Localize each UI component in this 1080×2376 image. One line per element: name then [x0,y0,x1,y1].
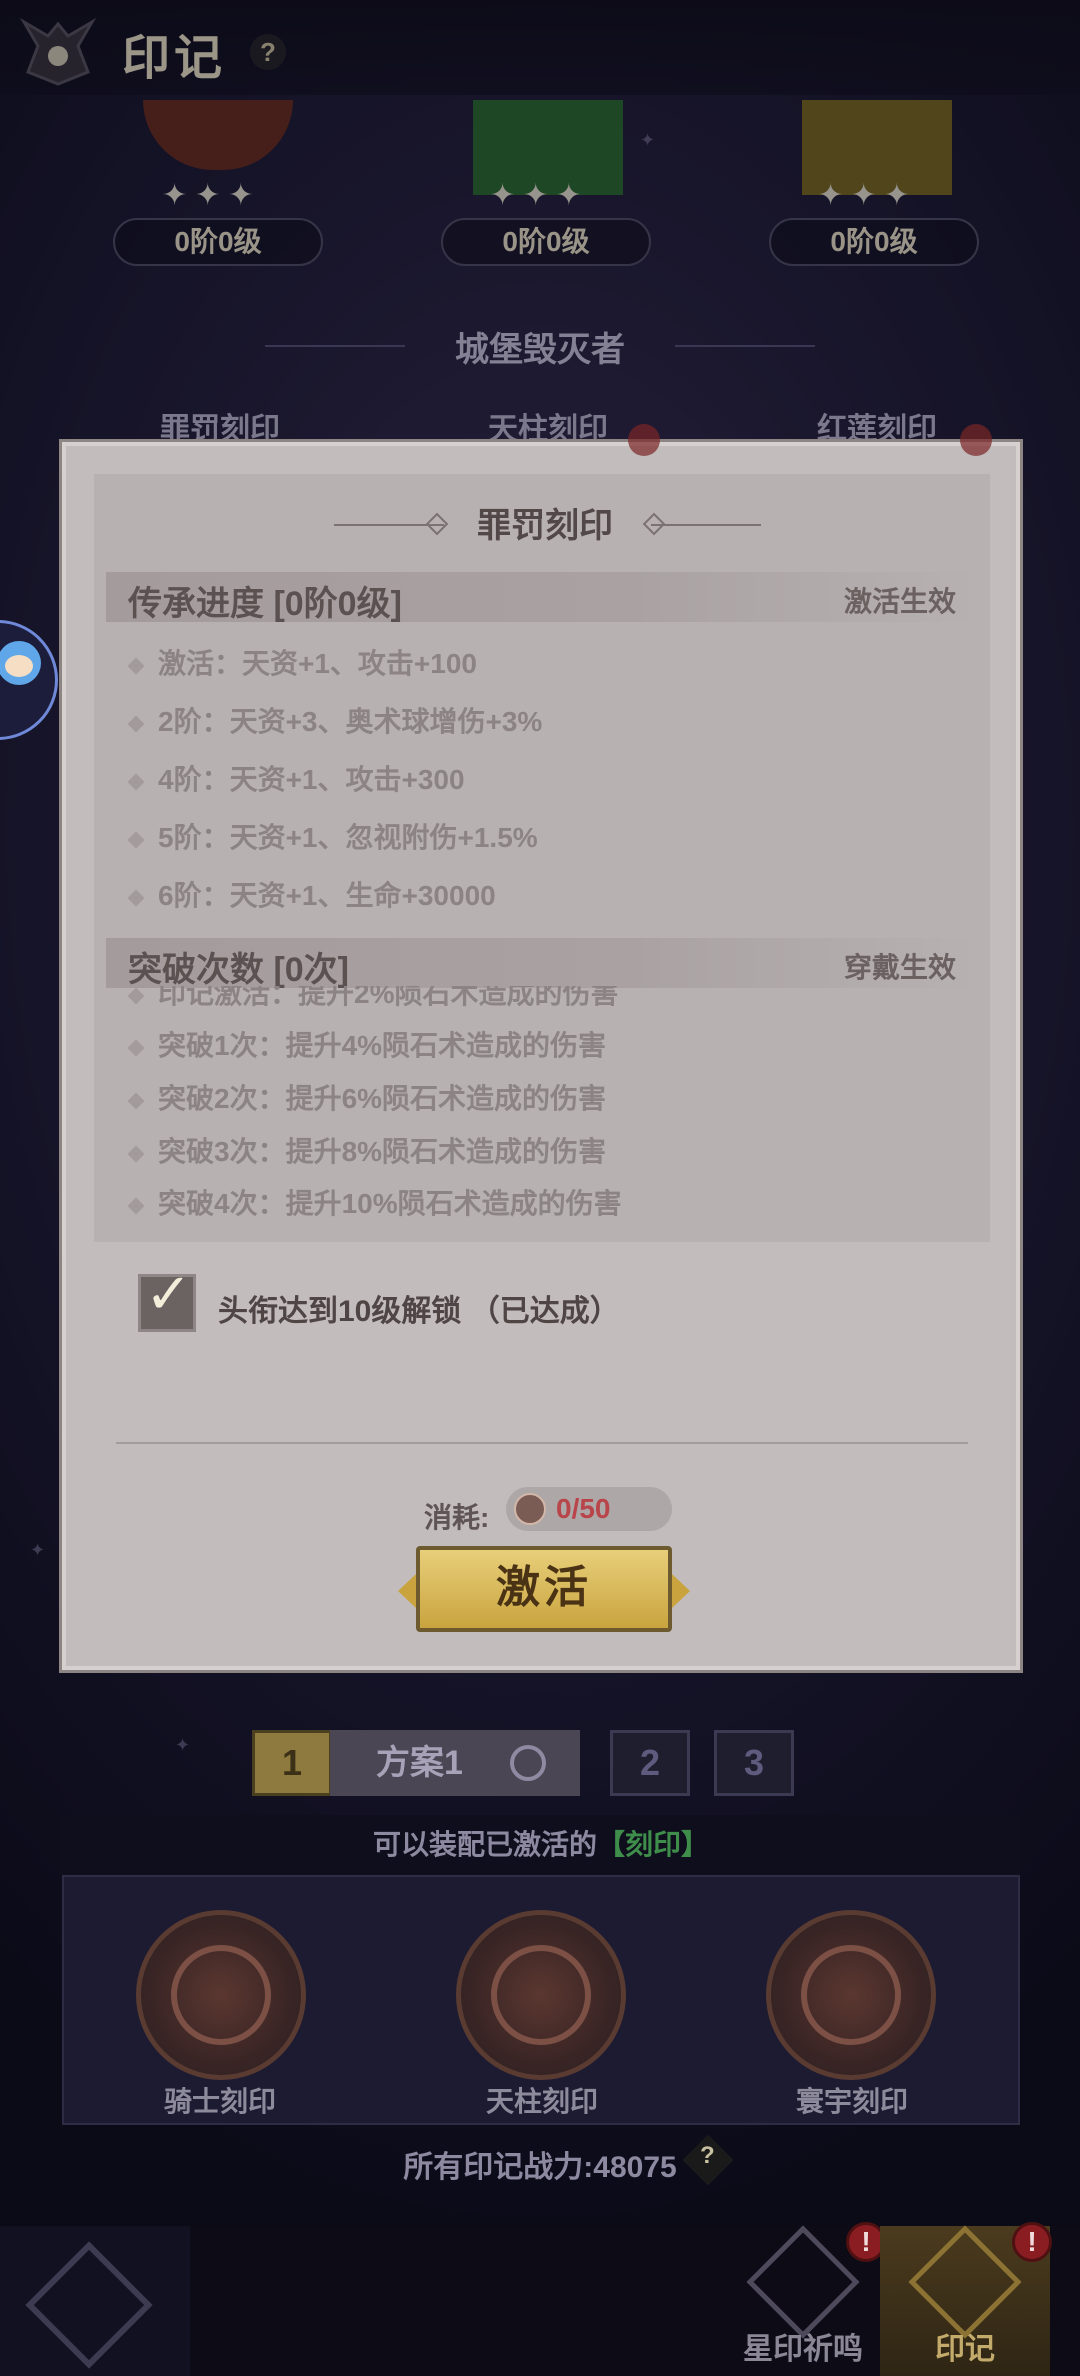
modal-divider [116,1442,968,1444]
equip-slot-pillar[interactable] [456,1910,626,2080]
breakthrough-row: 突破2次：提升6%陨石术造成的伤害 [127,1077,606,1123]
sword-shield-icon [171,1945,271,2045]
breakthrough-row: 突破3次：提升8%陨石术造成的伤害 [127,1130,606,1176]
cosmos-icon [801,1945,901,2045]
breakthrough-header: 突破次数 [0次] 穿戴生效 [106,938,978,989]
breakthrough-row: 突破1次：提升4%陨石术造成的伤害 [127,1024,606,1070]
equip-name: 天柱刻印 [485,2086,598,2117]
inherit-row: 2阶：天资+3、奥术球增伤+3% [127,700,542,746]
breakthrough-row: 突破4次：提升10%陨石术造成的伤害 [127,1182,622,1228]
inherit-progress-title: 传承进度 [0阶0级] [128,585,402,623]
seal-icon [908,2225,1022,2339]
total-power: 所有印记战力:48075 [403,2151,677,2184]
nav-label: 星印祈鸣 [743,2333,863,2366]
nav-label: 印记 [935,2333,995,2366]
equip-panel-header: 可以装配已激活的【刻印】 [62,1815,1020,1875]
inherit-progress-header: 传承进度 [0阶0级] 激活生效 [106,572,978,623]
equip-name: 骑士刻印 [163,2086,276,2117]
equip-slot-knight[interactable] [136,1910,306,2080]
alert-badge: ! [1012,2222,1052,2262]
question-icon: ? [700,2142,715,2169]
inherit-row: 5阶：天资+1、忽视附伤+1.5% [127,816,538,862]
inherit-effect-note: 激活生效 [843,586,956,617]
equip-slot-cosmos[interactable] [766,1910,936,2080]
inherit-row: 4阶：天资+1、攻击+300 [127,758,465,804]
modal-title: 罪罚刻印 [477,507,613,545]
diamond-bullet-icon [127,657,145,675]
equip-name: 寰宇刻印 [795,2086,908,2117]
gear-icon[interactable] [510,1745,546,1781]
inherit-row: 激活：天资+1、攻击+100 [127,642,477,688]
monkey-muzzle-icon [5,655,33,677]
alert-badge-dot [960,424,992,456]
diamond-bullet-icon [127,889,145,907]
diamond-bullet-icon [127,831,145,849]
pillar-icon [491,1945,591,2045]
seal-detail-modal: 罪罚刻印 传承进度 [0阶0级] 激活生效 激活：天资+1、攻击+100 2阶：… [62,442,1020,1670]
unlock-checkbox: ✓ [138,1262,196,1332]
equip-header-highlight: 【刻印】 [597,1829,710,1860]
cost-pill: 0/50 [506,1487,672,1531]
diamond-bullet-icon [127,1039,145,1057]
breakthrough-row: 印记激活：提升2%陨石术造成的伤害 [127,986,618,1018]
alert-badge-dot [628,424,660,456]
cost-label: 消耗: [424,1502,490,1533]
cost-value: 0/50 [556,1493,611,1524]
scheme-tab-2[interactable]: 2 [610,1730,690,1796]
breakthrough-title: 突破次数 [0次] [128,951,349,989]
scheme-tab-3[interactable]: 3 [714,1730,794,1796]
unlock-condition-text: 头衔达到10级解锁 （已达成） [218,1295,620,1328]
activate-button[interactable]: 激活 [398,1546,690,1632]
button-ornament [398,1574,416,1608]
diamond-bullet-icon [127,773,145,791]
breakthrough-list[interactable]: 印记激活：提升2%陨石术造成的伤害 突破1次：提升4%陨石术造成的伤害 突破2次… [106,986,978,1236]
seal-material-icon [514,1493,546,1525]
checkmark-icon: ✓ [145,1262,192,1325]
diamond-bullet-icon [127,1145,145,1163]
diamond-bullet-icon [127,715,145,733]
diamond-bullet-icon [127,1092,145,1110]
button-ornament [672,1574,690,1608]
breakthrough-effect-note: 穿戴生效 [843,952,956,983]
diamond-bullet-icon [127,1197,145,1215]
scheme-tab-1[interactable]: 1 [252,1730,332,1796]
activate-button-label: 激活 [496,1563,592,1612]
equip-header-text: 可以装配已激活的 [372,1829,597,1860]
inherit-row: 6阶：天资+1、生命+30000 [127,874,496,920]
star-prayer-icon [746,2225,860,2339]
diamond-bullet-icon [127,987,145,1005]
